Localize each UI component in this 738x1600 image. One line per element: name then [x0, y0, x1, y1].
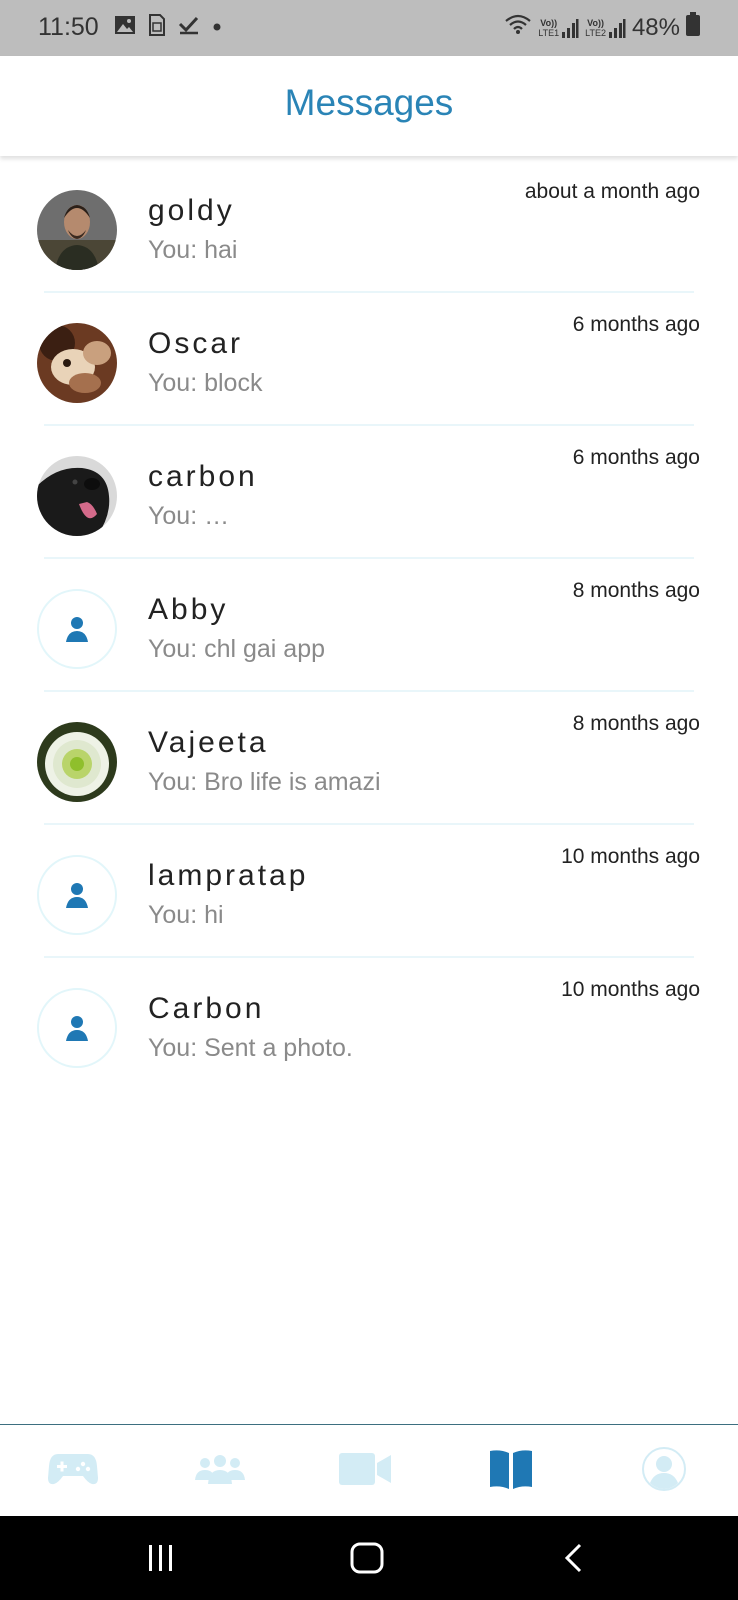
conversation-item[interactable]: Oscar You: block 6 months ago	[0, 293, 738, 426]
conversation-item[interactable]: goldy You: hai about a month ago	[0, 160, 738, 293]
message-preview: You: hi	[148, 901, 224, 929]
conversation-item[interactable]: carbon You: … 6 months ago	[0, 426, 738, 559]
default-user-icon	[37, 988, 117, 1068]
book-icon[interactable]	[481, 1439, 541, 1499]
check-icon	[178, 15, 200, 40]
default-user-icon	[37, 589, 117, 669]
message-time: 10 months ago	[561, 978, 700, 1001]
avatar	[37, 190, 117, 270]
message-preview: You: …	[148, 502, 230, 530]
message-time: 10 months ago	[561, 845, 700, 868]
contact-name: goldy	[148, 194, 235, 227]
system-navigation-bar	[0, 1516, 738, 1600]
profile-icon[interactable]	[634, 1439, 694, 1499]
battery-icon	[686, 12, 700, 43]
volte-lte1-signal-icon: Vo)) LTE1	[538, 18, 579, 38]
conversation-item[interactable]: Carbon You: Sent a photo. 10 months ago	[0, 958, 738, 1091]
dot-icon	[212, 19, 222, 37]
message-preview: You: chl gai app	[148, 635, 326, 663]
message-time: about a month ago	[524, 180, 700, 203]
avatar	[37, 722, 117, 802]
message-preview: You: Sent a photo.	[148, 1034, 353, 1062]
avatar	[37, 456, 117, 536]
contact-name: Oscar	[148, 327, 244, 360]
back-icon[interactable]	[543, 1538, 603, 1578]
contact-name: carbon	[148, 460, 258, 493]
lte1-label: LTE1	[538, 27, 560, 38]
volte-lte2-signal-icon: Vo)) LTE2	[585, 18, 626, 38]
bottom-navigation	[0, 1424, 738, 1517]
image-icon	[114, 15, 136, 40]
message-preview: You: Bro life is amazi	[148, 768, 381, 796]
conversation-item[interactable]: lampratap You: hi 10 months ago	[0, 825, 738, 958]
wifi-icon	[504, 13, 532, 42]
contact-name: Abby	[148, 593, 229, 626]
message-preview: You: hai	[148, 236, 238, 264]
contact-name: lampratap	[148, 859, 309, 892]
default-user-icon	[37, 855, 117, 935]
message-time: 8 months ago	[572, 712, 700, 735]
conversation-list: goldy You: hai about a month ago Oscar Y…	[0, 160, 738, 1091]
friends-icon[interactable]	[190, 1439, 250, 1499]
conversation-item[interactable]: Vajeeta You: Bro life is amazi 8 months …	[0, 692, 738, 825]
gamepad-icon[interactable]	[43, 1439, 103, 1499]
avatar	[37, 323, 117, 403]
contact-name: Vajeeta	[148, 726, 269, 759]
sim-card-icon	[148, 14, 166, 41]
conversation-item[interactable]: Abby You: chl gai app 8 months ago	[0, 559, 738, 692]
battery-percent: 48%	[631, 13, 680, 41]
status-time: 11:50	[38, 13, 99, 41]
message-time: 6 months ago	[572, 446, 700, 469]
video-icon[interactable]	[335, 1439, 395, 1499]
contact-name: Carbon	[148, 992, 265, 1025]
message-time: 8 months ago	[572, 579, 700, 602]
message-preview: You: block	[148, 369, 263, 397]
page-title: Messages	[284, 82, 454, 123]
lte2-label: LTE2	[585, 27, 606, 38]
status-bar: 11:50 Vo)) LTE1 Vo)) LTE2 48%	[0, 0, 738, 56]
app-header: Messages	[0, 56, 738, 156]
home-icon[interactable]	[337, 1538, 397, 1578]
recents-icon[interactable]	[131, 1538, 191, 1578]
message-time: 6 months ago	[572, 313, 700, 336]
